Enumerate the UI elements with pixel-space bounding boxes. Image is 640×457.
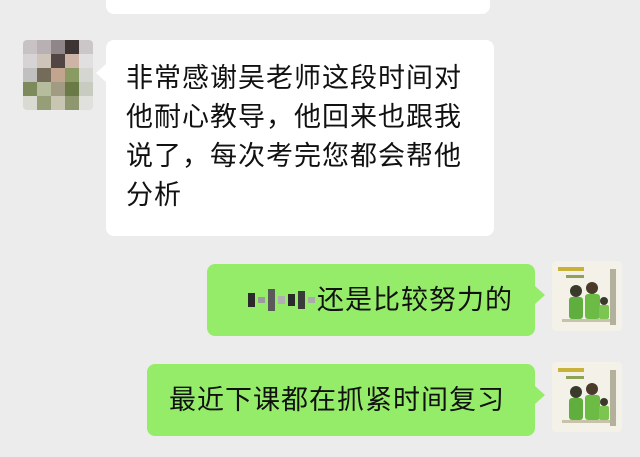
outgoing-message-text: 还是比较努力的 [317, 284, 513, 316]
family-illustration-avatar-icon [552, 362, 622, 432]
my-avatar[interactable] [552, 362, 622, 432]
contact-avatar[interactable] [23, 40, 93, 110]
my-avatar[interactable] [552, 261, 622, 331]
pixelated-avatar-icon [23, 40, 93, 110]
outgoing-message-text: 最近下课都在抓紧时间复习 [169, 384, 505, 416]
outgoing-message-bubble[interactable]: 还是比较努力的 [207, 264, 545, 336]
chat-window: 非常感谢吴老师这段时间对他耐心教导，他回来也跟我说了，每次考完您都会帮他分析 还… [0, 0, 640, 457]
outgoing-message-bubble[interactable]: 最近下课都在抓紧时间复习 [147, 364, 545, 436]
previous-message-bubble[interactable] [106, 0, 490, 14]
incoming-message-text: 非常感谢吴老师这段时间对他耐心教导，他回来也跟我说了，每次考完您都会帮他分析 [126, 63, 462, 211]
redacted-name-icon [248, 285, 315, 315]
incoming-message-bubble[interactable]: 非常感谢吴老师这段时间对他耐心教导，他回来也跟我说了，每次考完您都会帮他分析 [96, 40, 494, 236]
family-illustration-avatar-icon [552, 261, 622, 331]
